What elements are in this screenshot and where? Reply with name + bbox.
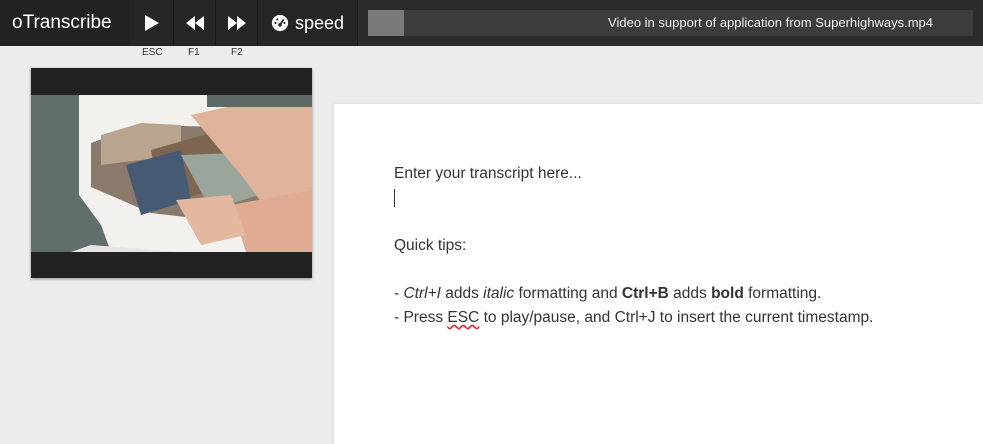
speedometer-icon [271, 14, 289, 32]
key-hints: ESC F1 F2 [0, 47, 300, 63]
key-hint-f2: F2 [231, 47, 243, 58]
tips-heading: Quick tips: [394, 237, 467, 254]
tip1-suffix: formatting. [743, 285, 822, 302]
video-frame [31, 95, 312, 252]
tip1-ctrl-b: Ctrl+B [621, 285, 669, 302]
tip1-adds2: adds [668, 285, 712, 302]
tip2-suffix: to play/pause, and Ctrl+J to insert the … [479, 309, 874, 326]
tip1-and: formatting and [514, 285, 622, 302]
rewind-button[interactable] [174, 0, 216, 46]
tip2-esc: ESC [447, 309, 480, 326]
transcript-editor[interactable]: Enter your transcript here... Quick tips… [334, 104, 983, 444]
progress-fill [368, 10, 405, 36]
tip-formatting: - Ctrl+I adds italic formatting and Ctrl… [394, 282, 983, 306]
forward-button[interactable] [216, 0, 258, 46]
text-caret [394, 188, 395, 207]
tip2-prefix: - Press [394, 309, 448, 326]
fast-forward-icon [227, 16, 246, 30]
placeholder-line: Enter your transcript here... [394, 165, 582, 182]
rewind-icon [185, 16, 204, 30]
progress-bar[interactable]: Video in support of application from Sup… [368, 10, 973, 36]
tip1-bold: bold [711, 285, 744, 302]
app-brand[interactable]: oTranscribe [0, 0, 130, 46]
tip1-adds1: adds [440, 285, 484, 302]
player-progress[interactable]: Video in support of application from Sup… [358, 0, 983, 46]
video-thumbnail-image [31, 95, 312, 252]
key-hint-f1: F1 [188, 47, 200, 58]
tip1-ctrl-i: Ctrl+I [403, 285, 441, 302]
video-player[interactable] [31, 68, 312, 278]
key-hint-esc: ESC [142, 47, 163, 58]
speed-label: speed [294, 12, 345, 33]
play-button[interactable] [130, 0, 174, 46]
tip1-italic: italic [483, 285, 515, 302]
speed-button[interactable]: speed [258, 0, 358, 46]
tip-shortcuts: - Press ESC to play/pause, and Ctrl+J to… [394, 306, 983, 330]
media-filename: Video in support of application from Sup… [608, 15, 933, 30]
play-icon [144, 15, 159, 31]
top-toolbar: oTranscribe speed Video in support of ap… [0, 0, 983, 46]
